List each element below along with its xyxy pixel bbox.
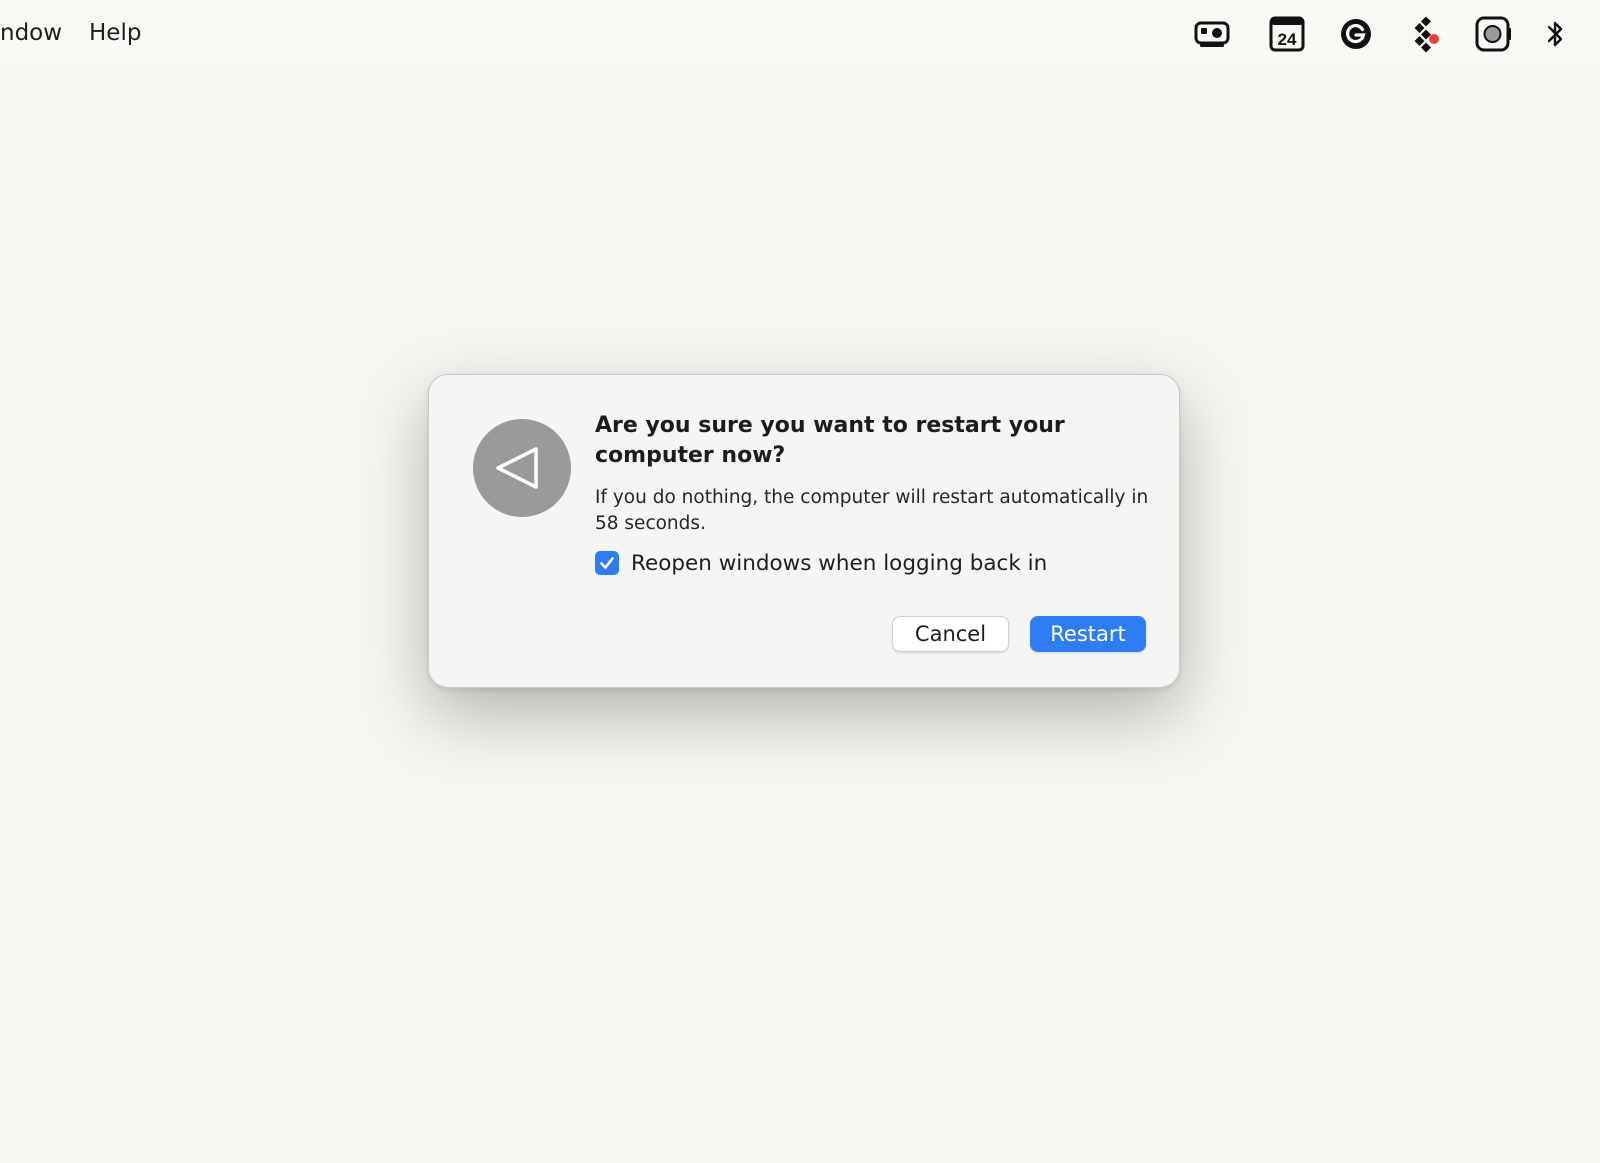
calendar-day-text: 24 — [1278, 30, 1297, 49]
screenshot-icon[interactable] — [1473, 14, 1513, 54]
reopen-windows-label[interactable]: Reopen windows when logging back in — [631, 551, 1047, 576]
restart-dialog: Are you sure you want to restart your co… — [428, 374, 1180, 688]
dialog-title: Are you sure you want to restart your co… — [595, 413, 1065, 468]
dialog-message: If you do nothing, the computer will res… — [595, 487, 1149, 534]
cancel-button[interactable]: Cancel — [892, 616, 1009, 652]
restart-button[interactable]: Restart — [1030, 616, 1146, 652]
menu-bar: ndow Help 24 — [0, 0, 1600, 66]
menu-window[interactable]: ndow — [0, 16, 62, 50]
bluetooth-icon[interactable] — [1535, 14, 1575, 54]
restart-arrow-icon — [473, 419, 571, 517]
menu-help[interactable]: Help — [89, 16, 141, 50]
figma-icon[interactable] — [1406, 14, 1446, 54]
reopen-windows-option[interactable]: Reopen windows when logging back in — [595, 549, 1047, 577]
grammarly-icon[interactable] — [1336, 14, 1376, 54]
display-icon[interactable] — [1192, 14, 1232, 54]
calendar-24-icon[interactable]: 24 — [1267, 14, 1307, 54]
checkmark-icon — [600, 557, 614, 569]
reopen-windows-checkbox[interactable] — [595, 551, 619, 575]
